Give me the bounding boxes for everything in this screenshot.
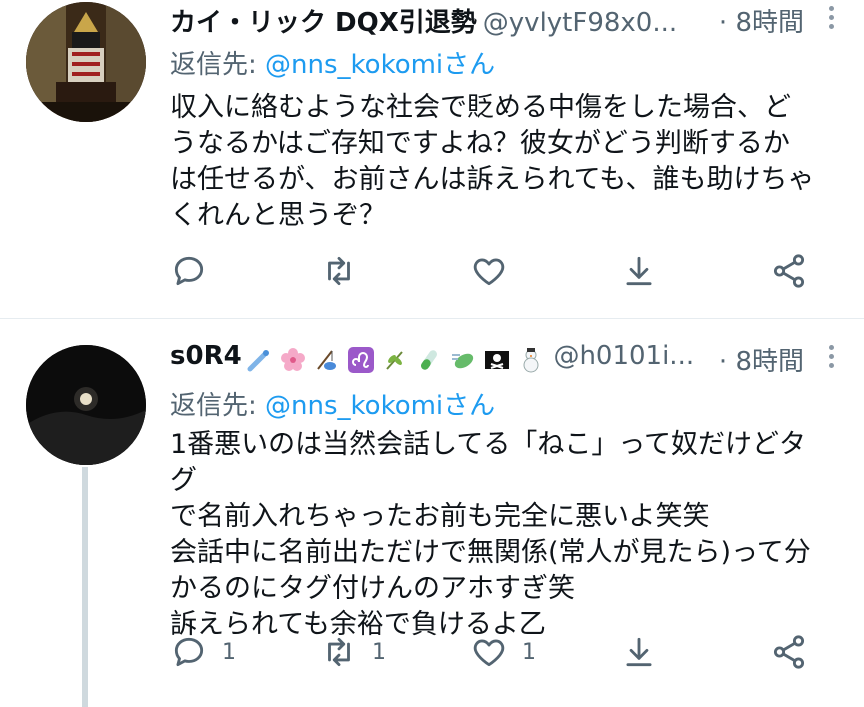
pirate-flag-icon: [485, 350, 510, 369]
reply-icon: [174, 637, 204, 667]
retweet-button[interactable]: [320, 246, 372, 296]
download-icon: [626, 637, 652, 667]
more-icon[interactable]: [818, 2, 844, 38]
user-handle[interactable]: @h0101i...: [553, 341, 694, 371]
share-icon: [773, 254, 805, 288]
retweet-button[interactable]: 1: [320, 627, 386, 677]
tweet-1[interactable]: カイ・リック DQX引退勢 @yvlytF98x0... · 8時間 返信先: @…: [0, 0, 864, 319]
like-button[interactable]: 1: [470, 627, 536, 677]
reply-count: 1: [222, 639, 236, 665]
tweet-text: 1番悪いのは当然会話してる「ねこ」って奴だけどタグ で名前入れちゃったお前も完全…: [170, 429, 811, 640]
display-name[interactable]: s0R4: [170, 341, 242, 371]
cherry-blossom-icon: [280, 347, 305, 371]
like-icon: [473, 258, 505, 286]
test-tube-icon: [421, 349, 438, 370]
avatar[interactable]: [26, 2, 146, 122]
samurai-armor-avatar-image: [26, 2, 146, 122]
leo-sign-icon: [347, 346, 374, 373]
reply-to-label: 返信先:: [170, 50, 266, 80]
retweet-icon: [328, 637, 350, 667]
like-count: 1: [522, 639, 536, 665]
tweet-actions: [170, 246, 830, 296]
like-button[interactable]: [470, 246, 522, 296]
leaf-wind-icon: [452, 353, 474, 368]
timestamp[interactable]: · 8時間: [719, 341, 804, 378]
reply-button[interactable]: 1: [170, 627, 236, 677]
reply-to-label: 返信先:: [170, 391, 266, 421]
tweet-2[interactable]: s0R4 @h0101i... · 8時間 返信先: @nns_kokomiさん…: [0, 319, 864, 707]
moon-night-avatar-image: [26, 345, 146, 465]
name-emojis: [246, 346, 548, 373]
display-name[interactable]: カイ・リック DQX引退勢: [170, 8, 477, 38]
user-handle[interactable]: @yvlytF98x0...: [483, 8, 677, 38]
share-button[interactable]: [770, 246, 808, 296]
reply-to-line: 返信先: @nns_kokomiさん: [170, 44, 495, 81]
reply-to-line: 返信先: @nns_kokomiさん: [170, 385, 495, 422]
download-button[interactable]: [620, 246, 658, 296]
timestamp[interactable]: · 8時間: [719, 2, 804, 39]
reply-mention-link[interactable]: @nns_kokomiさん: [265, 391, 495, 421]
tweet-actions: 1 1 1: [170, 627, 830, 677]
more-icon[interactable]: [818, 341, 844, 377]
comet-icon: [247, 349, 269, 371]
share-button[interactable]: [770, 627, 808, 677]
like-icon: [473, 639, 505, 667]
tweet-text: 収入に絡むような社会で貶める中傷をした場合、ど うなるかはご存知ですよね？彼女が…: [170, 92, 815, 231]
reply-button[interactable]: [170, 246, 222, 296]
reply-icon: [174, 256, 204, 286]
thread-line: [82, 467, 88, 707]
herb-icon: [386, 350, 403, 370]
retweet-icon: [328, 256, 350, 286]
fishing-pole-icon: [317, 349, 336, 370]
share-icon: [773, 635, 805, 669]
download-icon: [626, 256, 652, 286]
download-button[interactable]: [620, 627, 658, 677]
retweet-count: 1: [372, 639, 386, 665]
avatar[interactable]: [26, 345, 146, 465]
snowman-icon: [523, 347, 539, 372]
reply-mention-link[interactable]: @nns_kokomiさん: [265, 50, 495, 80]
